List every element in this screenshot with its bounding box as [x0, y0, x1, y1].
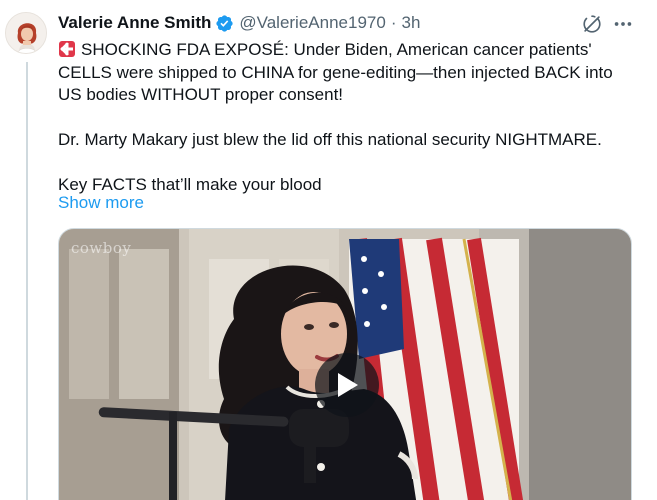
show-more-link[interactable]: Show more	[58, 193, 144, 213]
verified-badge-icon[interactable]	[215, 14, 234, 33]
post-text: SHOCKING FDA EXPOSÉ: Under Biden, Americ…	[58, 39, 643, 197]
separator-dot: ·	[390, 13, 397, 32]
author-handle[interactable]: @ValerieAnne1970	[239, 13, 385, 33]
siren-emoji-icon	[58, 40, 76, 58]
post-header: Valerie Anne Smith @ValerieAnne1970 · 3h	[58, 12, 420, 34]
post-text-line-1: SHOCKING FDA EXPOSÉ: Under Biden, Americ…	[58, 39, 643, 62]
post-text-line-2: CELLS were shipped to CHINA for gene-edi…	[58, 62, 613, 82]
video-watermark: cowboy	[71, 239, 132, 257]
post-timestamp[interactable]: 3h	[401, 13, 420, 33]
post-text-line-5: Key FACTS that’ll make your blood	[58, 175, 322, 194]
video-media[interactable]: cowboy	[58, 228, 632, 500]
play-icon[interactable]	[315, 353, 379, 417]
post-text-line-4: Dr. Marty Makary just blew the lid off t…	[58, 130, 602, 149]
avatar[interactable]	[5, 12, 47, 54]
post-text-line-1-content: SHOCKING FDA EXPOSÉ: Under Biden, Americ…	[81, 40, 592, 59]
more-options-icon[interactable]	[612, 13, 634, 35]
author-name[interactable]: Valerie Anne Smith	[58, 13, 211, 33]
post-text-line-3: US bodies WITHOUT proper consent!	[58, 85, 344, 104]
thread-connector-line	[26, 62, 28, 500]
grok-icon[interactable]	[581, 13, 603, 35]
